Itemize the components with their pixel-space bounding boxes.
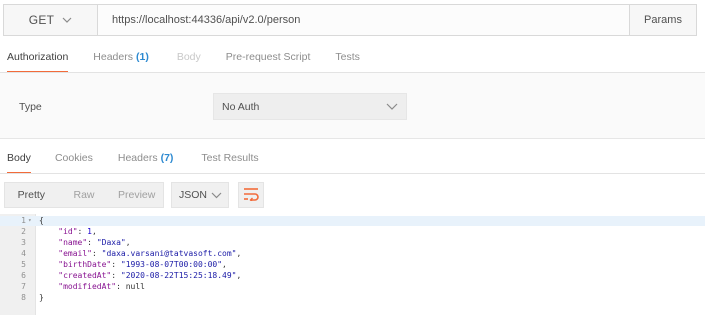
divider — [0, 173, 705, 174]
url-input[interactable]: https://localhost:44336/api/v2.0/person — [98, 5, 629, 35]
code-line: 8 } — [0, 293, 705, 303]
auth-panel: Type No Auth — [0, 73, 705, 139]
request-url-bar: GET https://localhost:44336/api/v2.0/per… — [3, 4, 697, 36]
tab-response-headers[interactable]: Headers (7) — [118, 152, 174, 164]
tab-label: Pre-request Script — [225, 51, 311, 63]
tab-count-badge: (1) — [136, 51, 149, 63]
json-key: "email" — [58, 249, 92, 258]
json-comma: , — [236, 271, 242, 280]
tab-label: Body — [176, 51, 201, 63]
code-line: 2 "id": 1, — [0, 227, 705, 237]
format-select[interactable]: JSON — [171, 182, 229, 208]
auth-type-value: No Auth — [222, 100, 260, 113]
code-text: "createdAt": "2020-08-22T15:25:18.49", — [58, 271, 242, 280]
response-body-viewer[interactable]: 1 ▾ { 2 "id": 1, 3 "name": "Daxa", 4 "em… — [0, 214, 705, 315]
tab-response-body[interactable]: Body — [7, 152, 31, 174]
line-number: 1 — [21, 216, 26, 225]
line-number: 8 — [21, 293, 26, 302]
tab-body[interactable]: Body — [177, 51, 201, 63]
code-text: "id": 1, — [58, 227, 97, 236]
pretty-button[interactable]: Pretty — [5, 183, 58, 207]
response-tabs: Body Cookies Headers (7) Test Results — [0, 152, 705, 174]
json-comma: , — [236, 249, 242, 258]
json-key: "modifiedAt" — [58, 282, 117, 291]
json-key: "createdAt" — [58, 271, 112, 280]
json-key: "birthDate" — [58, 260, 112, 269]
line-number: 2 — [21, 227, 26, 236]
tab-headers[interactable]: Headers (1) — [93, 51, 149, 63]
chevron-down-icon — [386, 101, 398, 114]
code-line: 5 "birthDate": "1993-08-07T00:00:00", — [0, 260, 705, 270]
auth-type-select[interactable]: No Auth — [213, 93, 407, 120]
line-number: 3 — [21, 238, 26, 247]
tab-count-badge: (7) — [160, 152, 174, 164]
json-value: "daxa.varsani@tatvasoft.com" — [101, 249, 237, 258]
tab-pre-request-script[interactable]: Pre-request Script — [226, 51, 311, 63]
json-value: "1993-08-07T00:00:00" — [120, 260, 223, 269]
code-text: } — [39, 293, 44, 302]
json-value: null — [125, 282, 145, 291]
code-line: 1 ▾ { — [0, 216, 705, 226]
json-comma: , — [125, 238, 131, 247]
tab-label: Cookies — [54, 152, 93, 164]
method-select[interactable]: GET — [4, 5, 98, 35]
code-text: "modifiedAt": null — [58, 282, 145, 291]
code-text: "email": "daxa.varsani@tatvasoft.com", — [58, 249, 242, 258]
json-value: "Daxa" — [96, 238, 126, 247]
json-comma: , — [92, 227, 97, 236]
method-label: GET — [28, 13, 55, 27]
tab-label: Test Results — [201, 152, 259, 164]
tab-label: Authorization — [7, 51, 69, 63]
tab-authorization[interactable]: Authorization — [7, 51, 69, 73]
raw-button[interactable]: Raw — [58, 183, 111, 207]
tab-test-results[interactable]: Test Results — [201, 152, 258, 164]
view-mode-group: Pretty Raw Preview — [4, 182, 164, 208]
chevron-down-icon — [211, 190, 222, 203]
code-text: "name": "Daxa", — [58, 238, 131, 247]
json-value: "2020-08-22T15:25:18.49" — [120, 271, 237, 280]
line-number: 4 — [21, 249, 26, 258]
code-line: 7 "modifiedAt": null — [0, 282, 705, 292]
fold-arrow-icon[interactable]: ▾ — [28, 216, 32, 226]
wrap-lines-button[interactable] — [238, 182, 264, 208]
code-text: { — [39, 216, 44, 225]
auth-type-label: Type — [19, 101, 42, 113]
line-number: 7 — [21, 282, 26, 291]
request-tabs: Authorization Headers (1) Body Pre-reques… — [0, 51, 705, 73]
code-text: "birthDate": "1993-08-07T00:00:00", — [58, 260, 227, 269]
code-line: 6 "createdAt": "2020-08-22T15:25:18.49", — [0, 271, 705, 281]
tab-label: Headers — [117, 152, 158, 164]
json-key: "name" — [58, 238, 88, 247]
code-line: 4 "email": "daxa.varsani@tatvasoft.com", — [0, 249, 705, 259]
tab-label: Body — [7, 152, 31, 164]
chevron-down-icon — [62, 14, 72, 26]
code-line: 3 "name": "Daxa", — [0, 238, 705, 248]
format-value: JSON — [179, 189, 208, 201]
tab-label: Headers — [93, 51, 133, 63]
params-button[interactable]: Params — [629, 5, 696, 35]
wrap-lines-icon — [243, 187, 259, 204]
json-key: "id" — [58, 227, 78, 236]
line-number: 5 — [21, 260, 26, 269]
line-number: 6 — [21, 271, 26, 280]
preview-button[interactable]: Preview — [110, 183, 163, 207]
json-comma: , — [222, 260, 227, 269]
tab-tests[interactable]: Tests — [335, 51, 360, 63]
tab-label: Tests — [335, 51, 360, 63]
tab-cookies[interactable]: Cookies — [55, 152, 93, 164]
